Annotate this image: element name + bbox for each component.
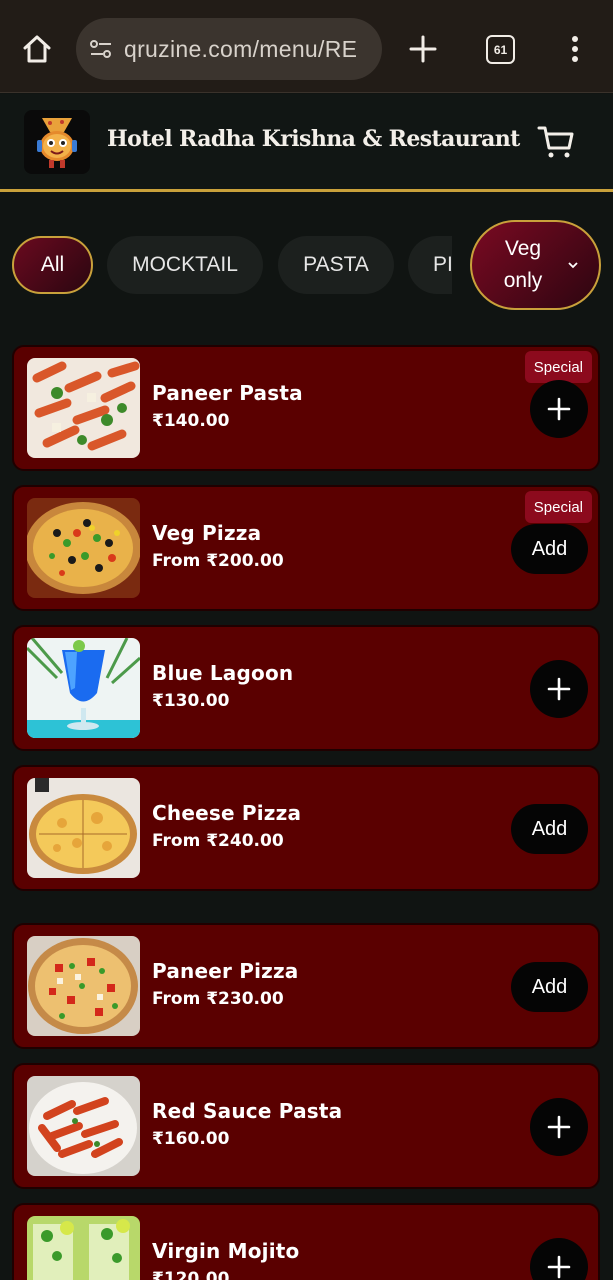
category-chip-pizza[interactable]: PI bbox=[408, 236, 452, 294]
item-image-cheese-pizza bbox=[27, 778, 140, 878]
item-image-veg-pizza bbox=[27, 498, 140, 598]
veg-only-label: Veg only bbox=[494, 233, 552, 297]
plus-icon bbox=[409, 35, 437, 63]
add-to-cart-button[interactable] bbox=[530, 380, 588, 438]
menu-item-card[interactable]: Red Sauce Pasta ₹160.00 bbox=[12, 1063, 600, 1189]
add-to-cart-button[interactable] bbox=[530, 1238, 588, 1280]
home-icon bbox=[23, 35, 51, 63]
category-chip-all[interactable]: All bbox=[12, 236, 93, 294]
item-image-virgin-mojito bbox=[27, 1216, 140, 1280]
item-price: From ₹230.00 bbox=[152, 989, 284, 1009]
item-name: Paneer Pasta bbox=[152, 381, 303, 405]
category-filter-bar: All MOCKTAIL PASTA PI Veg only bbox=[0, 216, 613, 316]
item-name: Red Sauce Pasta bbox=[152, 1099, 343, 1123]
add-button[interactable]: Add bbox=[511, 804, 588, 854]
home-button[interactable] bbox=[18, 30, 56, 68]
more-vertical-icon bbox=[572, 36, 578, 62]
veg-only-dropdown[interactable]: Veg only bbox=[470, 220, 601, 310]
browser-menu-button[interactable] bbox=[560, 30, 590, 68]
menu-item-card[interactable]: Veg Pizza From ₹200.00 Special Add bbox=[12, 485, 600, 611]
item-name: Paneer Pizza bbox=[152, 959, 299, 983]
add-button[interactable]: Add bbox=[511, 524, 588, 574]
item-name: Virgin Mojito bbox=[152, 1239, 300, 1263]
url-text[interactable]: qruzine.com/menu/RE bbox=[124, 36, 357, 63]
chip-label: All bbox=[40, 253, 65, 276]
item-price: ₹160.00 bbox=[152, 1129, 230, 1149]
category-chip-pasta[interactable]: PASTA bbox=[278, 236, 394, 294]
menu-item-card[interactable]: Virgin Mojito ₹120.00 bbox=[12, 1203, 600, 1280]
category-chip-list[interactable]: All MOCKTAIL PASTA PI bbox=[12, 234, 452, 298]
plus-icon bbox=[547, 1255, 571, 1279]
plus-icon bbox=[547, 397, 571, 421]
item-price: ₹140.00 bbox=[152, 411, 230, 431]
item-image-blue-lagoon bbox=[27, 638, 140, 738]
chevron-down-icon bbox=[566, 258, 580, 272]
item-image-paneer-pasta bbox=[27, 358, 140, 458]
chip-label: PI bbox=[433, 253, 452, 276]
cart-icon bbox=[537, 126, 574, 158]
plus-icon bbox=[547, 1115, 571, 1139]
menu-item-card[interactable]: Blue Lagoon ₹130.00 bbox=[12, 625, 600, 751]
veg-label-line1: Veg bbox=[504, 237, 542, 260]
item-image-red-sauce-pasta bbox=[27, 1076, 140, 1176]
menu-item-card[interactable]: Paneer Pizza From ₹230.00 Add bbox=[12, 923, 600, 1049]
address-bar[interactable]: qruzine.com/menu/RE bbox=[76, 18, 382, 80]
item-name: Veg Pizza bbox=[152, 521, 262, 545]
site-header: Hotel Radha Krishna & Restaurant bbox=[0, 94, 613, 192]
chip-label: PASTA bbox=[303, 253, 369, 276]
restaurant-logo[interactable] bbox=[24, 110, 90, 174]
chip-label: MOCKTAIL bbox=[132, 253, 238, 276]
tab-switcher-button[interactable]: 61 bbox=[486, 35, 515, 64]
category-chip-mocktail[interactable]: MOCKTAIL bbox=[107, 236, 263, 294]
item-price: ₹130.00 bbox=[152, 691, 230, 711]
special-badge: Special bbox=[524, 491, 592, 523]
item-price: From ₹200.00 bbox=[152, 551, 284, 571]
site-settings-icon[interactable] bbox=[88, 36, 114, 62]
tab-count: 61 bbox=[493, 42, 508, 57]
add-to-cart-button[interactable] bbox=[530, 1098, 588, 1156]
restaurant-name: Hotel Radha Krishna & Restaurant bbox=[107, 126, 520, 152]
add-to-cart-button[interactable] bbox=[530, 660, 588, 718]
menu-item-card[interactable]: Paneer Pasta ₹140.00 Special bbox=[12, 345, 600, 471]
new-tab-button[interactable] bbox=[404, 30, 442, 68]
add-button[interactable]: Add bbox=[511, 962, 588, 1012]
browser-toolbar: qruzine.com/menu/RE 61 bbox=[0, 0, 613, 93]
menu-item-card[interactable]: Cheese Pizza From ₹240.00 Add bbox=[12, 765, 600, 891]
item-image-paneer-pizza bbox=[27, 936, 140, 1036]
item-price: ₹120.00 bbox=[152, 1269, 230, 1280]
item-price: From ₹240.00 bbox=[152, 831, 284, 851]
plus-icon bbox=[547, 677, 571, 701]
item-name: Cheese Pizza bbox=[152, 801, 302, 825]
cart-button[interactable] bbox=[536, 122, 576, 162]
veg-label-line2: only bbox=[503, 269, 543, 292]
special-badge: Special bbox=[524, 351, 592, 383]
item-name: Blue Lagoon bbox=[152, 661, 294, 685]
